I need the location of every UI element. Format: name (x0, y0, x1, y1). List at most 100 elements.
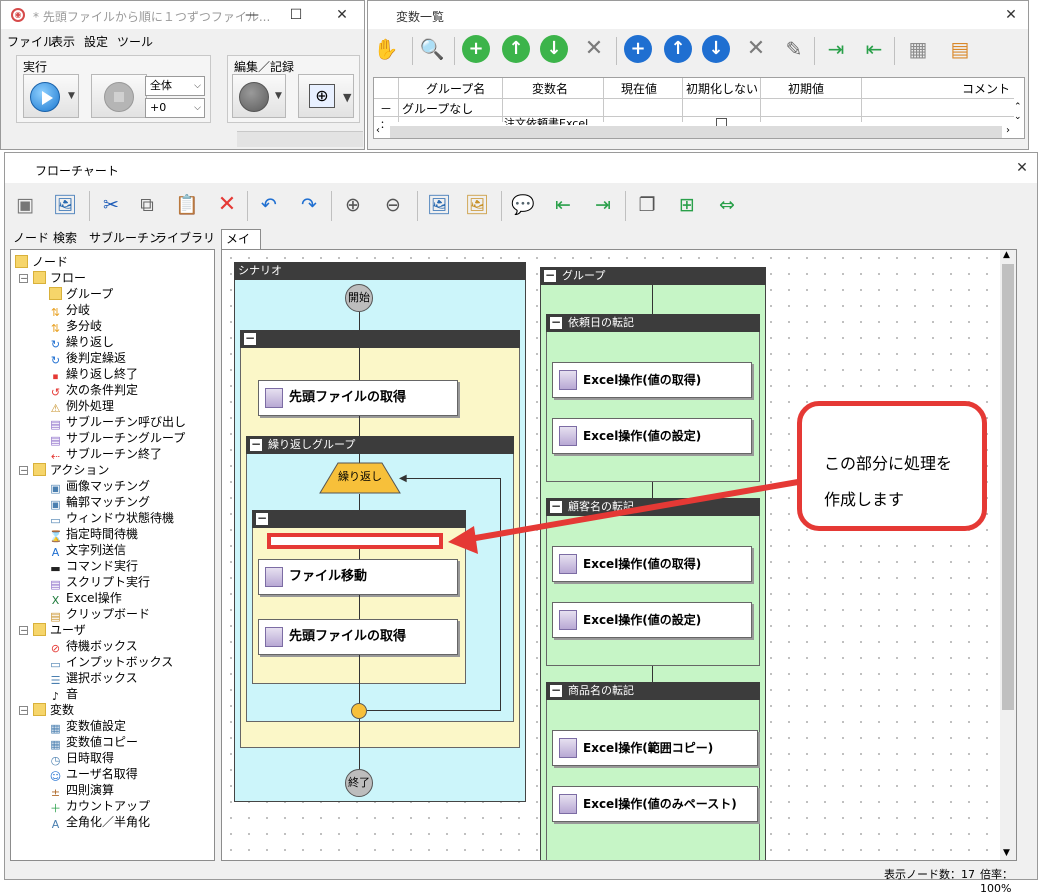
start-node[interactable]: 開始 (345, 284, 373, 312)
collapse-icon[interactable]: − (550, 684, 562, 697)
move-left-icon[interactable]: ⇤ (547, 189, 579, 221)
tree-node[interactable]: ▤ スクリプト実行 (49, 574, 150, 591)
redo-icon[interactable]: ↷ (293, 189, 325, 221)
arrow-up-blue-icon[interactable]: ↑ (664, 35, 692, 63)
arrow-down-icon[interactable]: ↓ (540, 35, 568, 63)
tree-node[interactable]: ユーザ (33, 622, 86, 638)
canvas-scroll-thumb[interactable] (1002, 264, 1014, 710)
action-file-move[interactable]: ファイル移動 (258, 559, 458, 595)
minimize-button[interactable]: — (237, 4, 267, 26)
variable-close-button[interactable]: ✕ (996, 4, 1026, 26)
tree-node[interactable]: ⇅ 分岐 (49, 302, 90, 319)
scroll-down-icon[interactable]: ▼ (1003, 848, 1010, 858)
tree-node[interactable]: ▦ 変数値設定 (49, 718, 126, 735)
collapse-icon[interactable]: − (544, 269, 556, 282)
zoom-out-icon[interactable]: ⊖ (377, 189, 409, 221)
expander-icon[interactable]: － (19, 706, 28, 715)
flowchart-close-button[interactable]: ✕ (1007, 157, 1037, 179)
scope-select[interactable]: 全体 ⌵ (145, 76, 205, 96)
tab-node[interactable]: ノード (13, 229, 49, 246)
col-variable[interactable]: 変数名 (532, 80, 568, 97)
add-node-icon[interactable]: ⊞ (671, 189, 703, 221)
row-marker[interactable]: ： (380, 116, 390, 131)
value-icon[interactable]: ▤ (944, 33, 976, 65)
tab-search[interactable]: 検索 (53, 229, 77, 246)
tree-node[interactable]: ⇅ 多分岐 (49, 318, 102, 335)
section-3[interactable] (546, 682, 760, 860)
collapse-icon[interactable]: − (244, 332, 256, 345)
menu-settings[interactable]: 設定 (84, 33, 108, 50)
scroll-left-icon[interactable]: ‹ (376, 125, 380, 136)
action-first-file[interactable]: 先頭ファイルの取得 (258, 380, 458, 416)
menu-view[interactable]: 表示 (51, 33, 75, 50)
export-icon[interactable]: ⇤ (858, 33, 890, 65)
tree-node[interactable]: ▣ 画像マッチング (49, 478, 150, 495)
comment-icon[interactable]: 💬 (507, 189, 539, 221)
scroll-up-icon[interactable]: ▲ (1003, 250, 1010, 260)
scroll-up-icon[interactable]: ⌃ (1014, 102, 1022, 112)
expander-icon[interactable]: － (19, 466, 28, 475)
collapse-icon[interactable]: − (550, 316, 562, 329)
scroll-right-icon[interactable]: › (1006, 125, 1010, 136)
tree-node[interactable]: ↺ 次の条件判定 (49, 382, 138, 399)
menu-tools[interactable]: ツール (117, 33, 153, 50)
col-noinit[interactable]: 初期化しない (686, 80, 758, 97)
action-first-file-again[interactable]: 先頭ファイルの取得 (258, 619, 458, 655)
capture-button[interactable]: ⊕ ▼ (298, 74, 354, 118)
tree-node[interactable]: ▬ コマンド実行 (49, 558, 138, 575)
maximize-button[interactable]: ☐ (281, 4, 311, 26)
expand-icon[interactable]: ⇔ (711, 189, 743, 221)
add-blue-icon[interactable]: + (624, 35, 652, 63)
tree-node[interactable]: ☰ 選択ボックス (49, 670, 138, 687)
tree-node[interactable]: ⇠ サブルーチン終了 (49, 446, 162, 463)
noinit-checkbox[interactable] (716, 118, 727, 126)
import-icon[interactable]: ⇥ (820, 33, 852, 65)
run-dropdown-icon[interactable]: ▼ (68, 91, 75, 101)
tree-node[interactable]: ⌛ 指定時間待機 (49, 526, 138, 543)
properties-icon[interactable]: ▣ (9, 189, 41, 221)
cascade-icon[interactable]: ❐ (631, 189, 663, 221)
section-3-action-1[interactable]: Excel操作(範囲コピー) (552, 730, 758, 766)
edit-icon[interactable]: ✎ (778, 33, 810, 65)
delete-gray-icon[interactable]: ✕ (740, 33, 772, 65)
section-1[interactable] (546, 314, 760, 482)
menu-file[interactable]: ファイル (7, 33, 55, 50)
delete-icon[interactable]: ✕ (211, 189, 243, 221)
var-cell[interactable]: 注文依頼書Excel (504, 116, 588, 125)
record-button[interactable]: ▼ (232, 74, 286, 118)
collapse-icon[interactable]: − (256, 512, 268, 525)
offset-select[interactable]: +0 ⌵ (145, 98, 205, 118)
tree-node[interactable]: A 文字列送信 (49, 542, 126, 559)
tree-node[interactable]: ☺ ユーザ名取得 (49, 766, 138, 783)
close-button[interactable]: ✕ (327, 4, 357, 26)
tree-node[interactable]: ↻ 後判定繰返 (49, 350, 126, 367)
expander-icon[interactable]: － (19, 274, 28, 283)
tree-node[interactable]: グループ (49, 286, 113, 302)
group-cell[interactable]: グループなし (402, 100, 473, 117)
tree-node[interactable]: ▣ 輪郭マッチング (49, 494, 150, 511)
search-icon[interactable]: 🔍 (416, 33, 448, 65)
tree-node[interactable]: 変数 (33, 702, 74, 718)
loop-end-node[interactable] (351, 703, 367, 719)
end-node[interactable]: 終了 (345, 769, 373, 797)
cut-icon[interactable]: ✂ (95, 189, 127, 221)
run-button[interactable]: ▼ (23, 74, 79, 118)
tree-node[interactable]: ▭ ウィンドウ状態待機 (49, 510, 174, 527)
collapse-icon[interactable]: − (250, 438, 262, 451)
tab-subroutine[interactable]: サブルーチン (89, 229, 161, 246)
tree-node[interactable]: ノード (15, 254, 68, 270)
tree-node[interactable]: A 全角化／半角化 (49, 814, 150, 831)
tree-node[interactable]: ◷ 日時取得 (49, 750, 114, 767)
capture-dropdown-icon[interactable]: ▼ (343, 91, 351, 104)
tree-icon[interactable]: ▦ (902, 33, 934, 65)
row-marker[interactable]: － (380, 100, 392, 117)
tree-node[interactable]: ± 四則演算 (49, 782, 114, 799)
col-comment[interactable]: コメント (962, 80, 1010, 97)
paste-icon[interactable]: 📋 (171, 189, 203, 221)
tree-node[interactable]: ▤ サブルーチン呼び出し (49, 414, 186, 431)
col-initial[interactable]: 初期値 (788, 80, 824, 97)
arrow-up-icon[interactable]: ↑ (502, 35, 530, 63)
expander-icon[interactable]: － (19, 626, 28, 635)
tree-node[interactable]: ▦ 変数値コピー (49, 734, 138, 751)
tab-library[interactable]: ライブラリ (155, 229, 215, 246)
